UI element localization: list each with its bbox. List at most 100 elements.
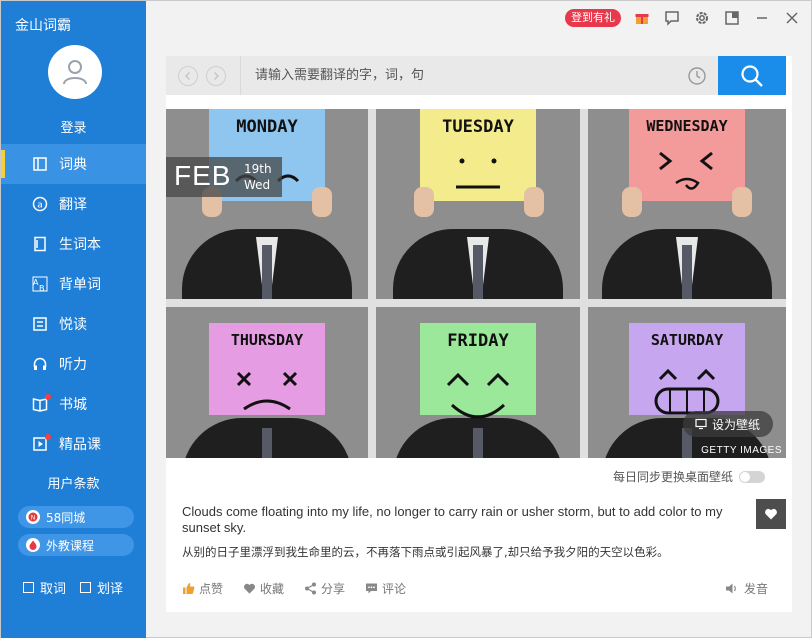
sidebar-item-courses[interactable]: 精品课 [1,424,146,464]
history-clock-icon[interactable] [686,65,708,87]
option-label: 划译 [97,582,124,597]
share-icon [305,582,317,595]
comment-button[interactable]: 评论 [365,580,406,597]
photo-tile: TUESDAY [376,109,580,299]
sidebar-item-vocabulary[interactable]: 生词本 [1,224,146,264]
comment-icon [366,583,378,594]
reading-icon [31,315,49,333]
gear-icon[interactable] [693,9,711,27]
sidebar-nav: 词典 a 翻译 生词本 AB 背单词 悦读 听力 书城 精品课 [1,144,146,464]
set-wallpaper-label: 设为壁纸 [712,417,761,432]
set-wallpaper-button[interactable]: 设为壁纸 [683,411,773,437]
sidebar-item-reading[interactable]: 悦读 [1,304,146,344]
login-link[interactable]: 登录 [1,117,146,136]
app-title: 金山词霸 [15,18,71,34]
back-arrow-icon[interactable] [178,66,198,86]
face-drawing [456,158,500,189]
thumbs-up-icon [183,583,195,594]
notification-dot [45,434,51,440]
favorite-button[interactable] [756,499,786,529]
pronounce-button[interactable]: 发音 [725,580,768,597]
daily-photo: MONDAY TUESDAY WEDNESDAY THURSDAY FRIDAY… [166,109,786,458]
selection-translate-checkbox[interactable] [80,582,92,593]
monitor-icon [695,418,707,430]
promo-label: 58同城 [46,510,86,525]
heart-icon [244,583,256,594]
sync-wallpaper-option: 每日同步更换桌面壁纸 [613,468,766,485]
sidebar-item-translate[interactable]: a 翻译 [1,184,146,224]
face-drawing [659,151,713,190]
sidebar-item-dictionary[interactable]: 词典 [1,144,146,184]
flame-icon [26,538,40,552]
collect-button[interactable]: 收藏 [243,580,284,597]
action-label: 分享 [321,582,346,596]
date-badge: FEB 19th Wed [166,157,282,197]
capture-options: 取词 划译 [23,578,123,597]
sync-wallpaper-label: 每日同步更换桌面壁纸 [613,470,734,484]
headphones-icon [31,355,49,373]
sidebar-item-label: 精品课 [59,437,101,453]
sidebar-item-label: 悦读 [59,317,87,333]
share-button[interactable]: 分享 [304,580,345,597]
action-label: 点赞 [199,582,224,596]
speaker-icon [725,583,736,594]
daily-quote-chinese: 从别的日子里漂浮到我生命里的云，不再落下雨点或引起风暴了,却只给予我夕阳的天空以… [182,545,669,559]
date-day: 19th [244,162,272,176]
gift-icon[interactable] [633,9,651,27]
sidebar: 金山词霸 登录 词典 a 翻译 生词本 A B 背单词 悦读 听力 书城 精品课… [1,1,146,638]
promo-label: 外教课程 [46,538,95,553]
action-label: 收藏 [260,582,285,596]
face-drawing [446,372,510,419]
photo-credit: GETTY IMAGES [701,445,782,456]
action-label: 评论 [382,582,407,596]
sidebar-item-listening[interactable]: 听力 [1,344,146,384]
user-terms-link[interactable]: 用户条款 [1,473,146,492]
search-icon [741,64,763,87]
heart-icon [765,508,777,520]
promo-foreign-teacher-button[interactable]: 外教课程 [18,534,134,556]
face-drawing [234,174,300,183]
app-window: 金山词霸 登录 词典 a 翻译 生词本 A B 背单词 悦读 听力 书城 精品课… [0,0,812,638]
sidebar-item-label: 翻译 [59,197,87,213]
sidebar-item-bookstore[interactable]: 书城 [1,384,146,424]
sidebar-item-label: 听力 [59,357,87,373]
word-capture-option[interactable]: 取词 [23,578,66,597]
notebook-icon [31,235,49,253]
search-button[interactable] [718,56,786,95]
search-input[interactable] [240,56,710,95]
svg-text:a: a [37,201,43,211]
forward-arrow-icon[interactable] [206,66,226,86]
like-button[interactable]: 点赞 [182,580,223,597]
book-icon [31,155,49,173]
translate-icon: a [31,195,49,213]
sync-wallpaper-toggle[interactable] [739,470,766,483]
date-month: FEB [174,160,232,191]
mini-mode-icon[interactable] [723,9,741,27]
daily-quote-english: Clouds come floating into my life, no lo… [182,504,723,535]
promo-58-button[interactable]: N 58同城 [18,506,134,528]
selection-translate-option[interactable]: 划译 [80,578,123,597]
sidebar-item-memorize[interactable]: AB 背单词 [1,264,146,304]
option-label: 取词 [40,582,67,597]
search-bar [166,56,786,95]
sidebar-item-label: 书城 [59,397,87,413]
user-icon [63,60,87,85]
quote-actions: 点赞 收藏 分享 评论 [182,580,406,597]
date-weekday: Wed [244,178,271,192]
close-icon[interactable] [783,9,801,27]
sidebar-item-label: 词典 [59,157,87,173]
avatar[interactable] [48,45,102,99]
58-logo-icon: N [26,510,40,524]
photo-tile: WEDNESDAY [588,109,786,299]
checkin-reward-button[interactable]: 登到有礼 [565,9,621,27]
minimize-icon[interactable] [753,9,771,27]
word-capture-checkbox[interactable] [23,582,34,593]
flashcard-icon: AB [31,275,49,293]
notification-dot [45,394,51,400]
photo-tile: FRIDAY [376,307,580,458]
feedback-icon[interactable] [663,9,681,27]
photo-tile: MONDAY [166,109,368,299]
photo-tile: THURSDAY [166,307,368,458]
pronounce-label: 发音 [743,582,768,596]
sidebar-item-label: 背单词 [59,277,101,293]
